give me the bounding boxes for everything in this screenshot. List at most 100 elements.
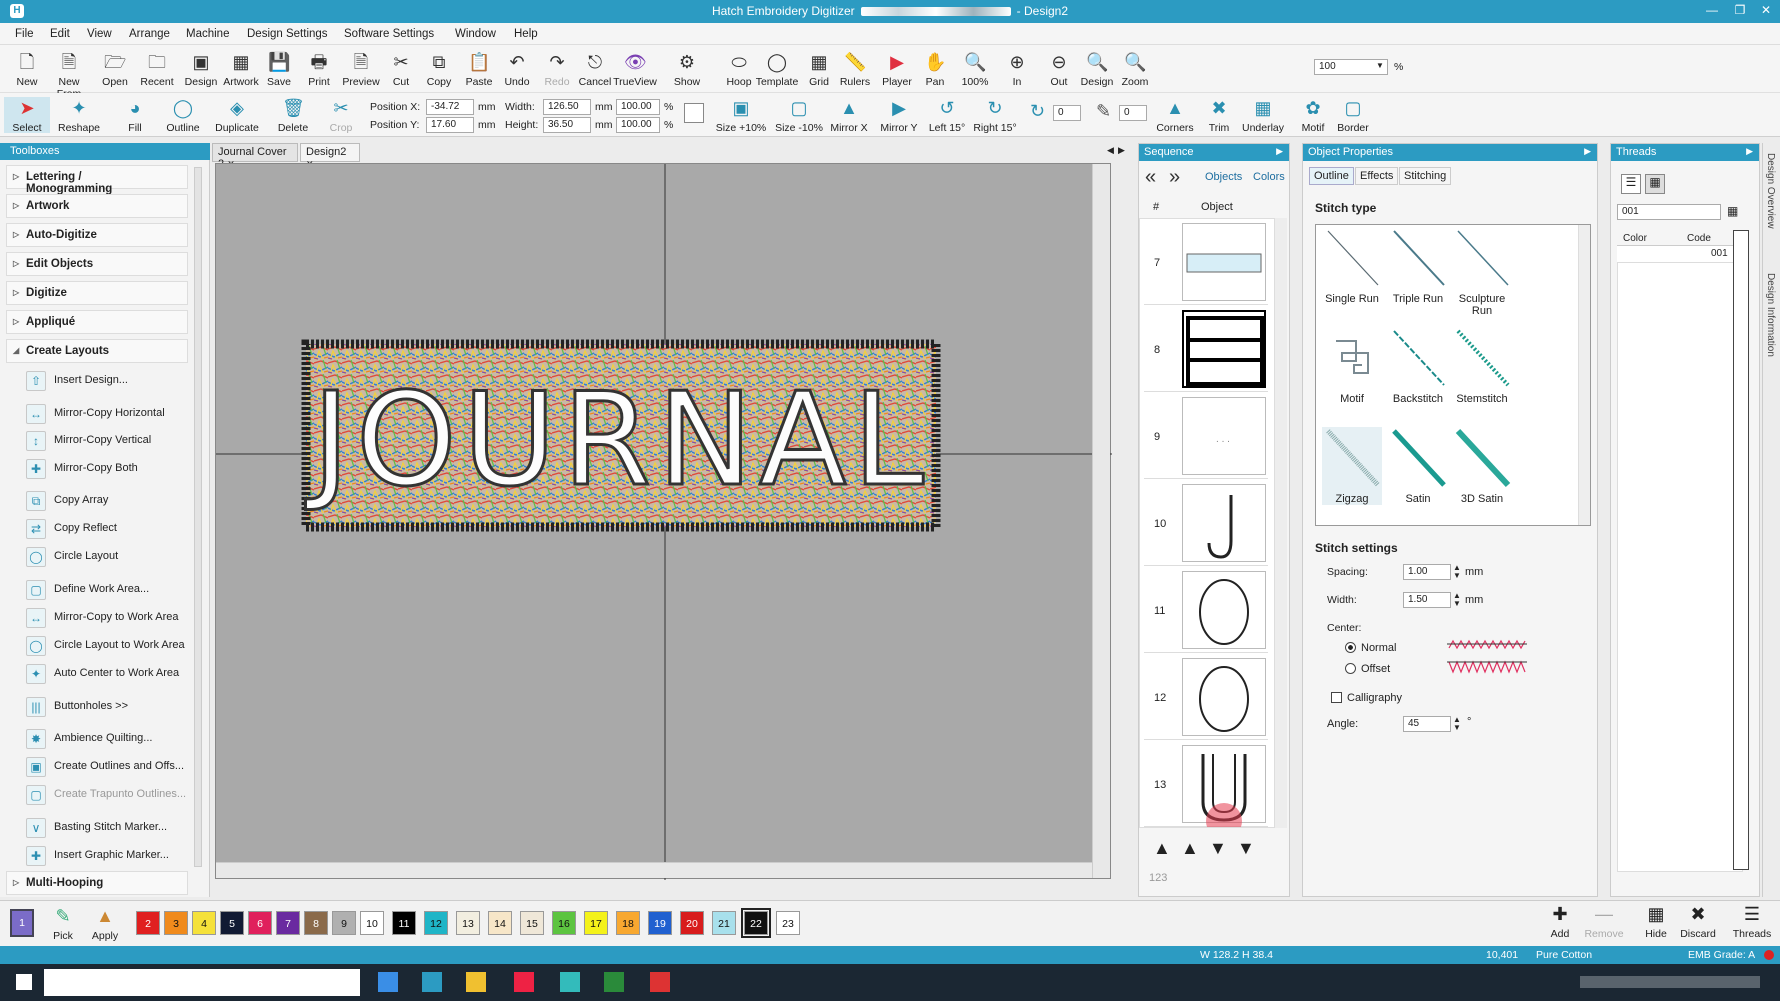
- toolbox-category-edit-objects[interactable]: ▷ Edit Objects: [6, 252, 188, 276]
- toolbox-category-multi-hooping[interactable]: ▷ Multi-Hooping: [6, 871, 188, 895]
- collapse-icon[interactable]: ▶: [1746, 146, 1753, 157]
- toolbar-select-button[interactable]: ➤ Select: [4, 97, 50, 134]
- toolbar-duplicate-button[interactable]: ◈ Duplicate: [214, 97, 260, 134]
- color-swatch-7[interactable]: 7: [276, 911, 300, 935]
- palette-hide-button[interactable]: ▦ Hide: [1634, 903, 1678, 940]
- toolbar-print-button[interactable]: 🖶 Print: [296, 51, 342, 88]
- toolbox-item-mirror-copy-both[interactable]: ✚ Mirror-Copy Both: [22, 458, 192, 480]
- toolbox-category-auto-digitize[interactable]: ▷ Auto-Digitize: [6, 223, 188, 247]
- spacing-field[interactable]: 1.00: [1403, 564, 1451, 580]
- palette-remove-button[interactable]: — Remove: [1582, 903, 1626, 940]
- toolbar-trueview-button[interactable]: 👁 TrueView: [612, 51, 658, 88]
- toolbox-item-insert-design[interactable]: ⇧ Insert Design...: [22, 370, 192, 392]
- color-swatch-23[interactable]: 23: [776, 911, 800, 935]
- pick-button[interactable]: ✎ Pick: [40, 905, 86, 942]
- restore-icon[interactable]: ❐: [1730, 3, 1750, 17]
- toolbar-trim-button[interactable]: ✖ Trim: [1196, 97, 1242, 134]
- normal-radio[interactable]: [1345, 642, 1356, 653]
- menu-help[interactable]: Help: [514, 28, 538, 40]
- stitch-type-triple-run[interactable]: Triple Run: [1388, 227, 1448, 305]
- rotate-angle-field[interactable]: 0: [1053, 105, 1081, 121]
- stitch-type-backstitch[interactable]: Backstitch: [1388, 327, 1448, 405]
- tab-scroll-right-icon[interactable]: ▶: [1118, 145, 1125, 156]
- design-information-tab[interactable]: Design Information: [1765, 273, 1776, 357]
- toolbar-corners-button[interactable]: ▲ Corners: [1152, 97, 1198, 134]
- skew-angle-field[interactable]: 0: [1119, 105, 1147, 121]
- browser-icon[interactable]: [514, 972, 534, 992]
- menu-edit[interactable]: Edit: [50, 28, 70, 40]
- spacing-spinner-icon[interactable]: ▲ ▼: [1453, 564, 1461, 580]
- menu-window[interactable]: Window: [455, 28, 496, 40]
- sequence-tab-objects[interactable]: Objects: [1205, 171, 1242, 183]
- thread-row[interactable]: 001: [1617, 246, 1743, 262]
- stitch-type-zigzag[interactable]: Zigzag: [1322, 427, 1382, 505]
- color-swatch-21[interactable]: 21: [712, 911, 736, 935]
- position-x-field[interactable]: -34.72: [426, 99, 474, 115]
- color-swatch-4[interactable]: 4: [192, 911, 216, 935]
- toolbox-category-lettering-monogramming[interactable]: ▷ Lettering / Monogramming: [6, 165, 188, 195]
- stitch-type-single-run[interactable]: Single Run: [1322, 227, 1382, 305]
- design-overview-tab[interactable]: Design Overview: [1765, 153, 1776, 229]
- toolbox-item-create-trapunto-outlines[interactable]: ▢ Create Trapunto Outlines...: [22, 784, 192, 806]
- windows-start-icon[interactable]: [16, 974, 32, 990]
- angle-field[interactable]: 45: [1403, 716, 1451, 732]
- thread-code-input[interactable]: 001: [1617, 204, 1721, 220]
- zoom-dropdown-icon[interactable]: ▼: [1376, 61, 1384, 70]
- menu-view[interactable]: View: [87, 28, 112, 40]
- menu-design-settings[interactable]: Design Settings: [247, 28, 328, 40]
- tab-scroll-left-icon[interactable]: ◀: [1107, 145, 1114, 156]
- move-up-icon[interactable]: ▲: [1181, 838, 1199, 859]
- menu-arrange[interactable]: Arrange: [129, 28, 170, 40]
- toolbox-category-create-layouts[interactable]: ◢ Create Layouts: [6, 339, 188, 363]
- canvas-horizontal-scrollbar[interactable]: [216, 862, 1092, 878]
- collapse-icon[interactable]: ▶: [1276, 146, 1283, 157]
- toolbox-item-copy-reflect[interactable]: ⇄ Copy Reflect: [22, 518, 192, 540]
- color-swatch-3[interactable]: 3: [164, 911, 188, 935]
- palette-add-button[interactable]: ✚ Add: [1538, 903, 1582, 940]
- width-percent-field[interactable]: 100.00: [616, 99, 660, 115]
- color-swatch-14[interactable]: 14: [488, 911, 512, 935]
- toolbar-size-10--button[interactable]: ▣ Size +10%: [714, 97, 768, 134]
- palette-threads-button[interactable]: ☰ Threads: [1730, 903, 1774, 940]
- toolbar-100--button[interactable]: 🔍 100%: [952, 51, 998, 88]
- close-icon[interactable]: ✕: [1756, 3, 1776, 17]
- sequence-tab-colors[interactable]: Colors: [1253, 171, 1285, 183]
- color-swatch-19[interactable]: 19: [648, 911, 672, 935]
- threads-scrollbar[interactable]: [1733, 230, 1749, 870]
- prev-object-icon[interactable]: «: [1145, 166, 1156, 189]
- calligraphy-checkbox[interactable]: [1331, 692, 1342, 703]
- toolbox-item-copy-array[interactable]: ⧉ Copy Array: [22, 490, 192, 512]
- spreadsheet-app-icon[interactable]: [604, 972, 624, 992]
- toolbar-reshape-button[interactable]: ✦ Reshape: [56, 97, 102, 134]
- color-swatch-6[interactable]: 6: [248, 911, 272, 935]
- color-swatch-10[interactable]: 10: [360, 911, 384, 935]
- stitch-type-satin[interactable]: Satin: [1388, 427, 1448, 505]
- sequence-row[interactable]: 7: [1144, 219, 1268, 305]
- toolbar-mirror-y-button[interactable]: ▶ Mirror Y: [872, 97, 926, 134]
- toolbox-category-artwork[interactable]: ▷ Artwork: [6, 194, 188, 218]
- toolbox-item-mirror-copy-vertical[interactable]: ↕ Mirror-Copy Vertical: [22, 430, 192, 452]
- toolbar-border-button[interactable]: ▢ Border: [1330, 97, 1376, 134]
- toolbar-show-button[interactable]: ⚙ Show: [664, 51, 710, 88]
- width-spinner-icon[interactable]: ▲ ▼: [1453, 592, 1461, 608]
- toolbar-fill-button[interactable]: ◕ Fill: [112, 97, 158, 134]
- canvas-vertical-scrollbar[interactable]: [1092, 164, 1110, 878]
- toolbar-right-15--button[interactable]: ↻ Right 15°: [968, 97, 1022, 134]
- toolbox-item-circle-layout-to-work-area[interactable]: ◯ Circle Layout to Work Area: [22, 635, 192, 657]
- stitch-type-3d-satin[interactable]: 3D Satin: [1452, 427, 1512, 505]
- toolbar-crop-button[interactable]: ✂ Crop: [318, 97, 364, 134]
- color-swatch-5[interactable]: 5: [220, 911, 244, 935]
- props-tab-effects[interactable]: Effects: [1355, 167, 1399, 185]
- thread-chart-icon[interactable]: ▦: [1727, 204, 1749, 222]
- store-icon[interactable]: [422, 972, 442, 992]
- grid-view-icon[interactable]: ▦: [1645, 174, 1665, 194]
- stitch-type-motif[interactable]: Motif: [1322, 327, 1382, 405]
- tab-design2[interactable]: Design2 ✕: [300, 143, 360, 169]
- move-to-end-icon[interactable]: ▼: [1237, 838, 1255, 859]
- sequence-row[interactable]: 11: [1144, 567, 1268, 653]
- design-canvas[interactable]: JOURNAL: [215, 163, 1112, 880]
- toolbox-item-insert-graphic-marker[interactable]: ✚ Insert Graphic Marker...: [22, 845, 192, 867]
- collapse-icon[interactable]: ▶: [1584, 146, 1591, 157]
- height-percent-field[interactable]: 100.00: [616, 117, 660, 133]
- width-field[interactable]: 126.50: [543, 99, 591, 115]
